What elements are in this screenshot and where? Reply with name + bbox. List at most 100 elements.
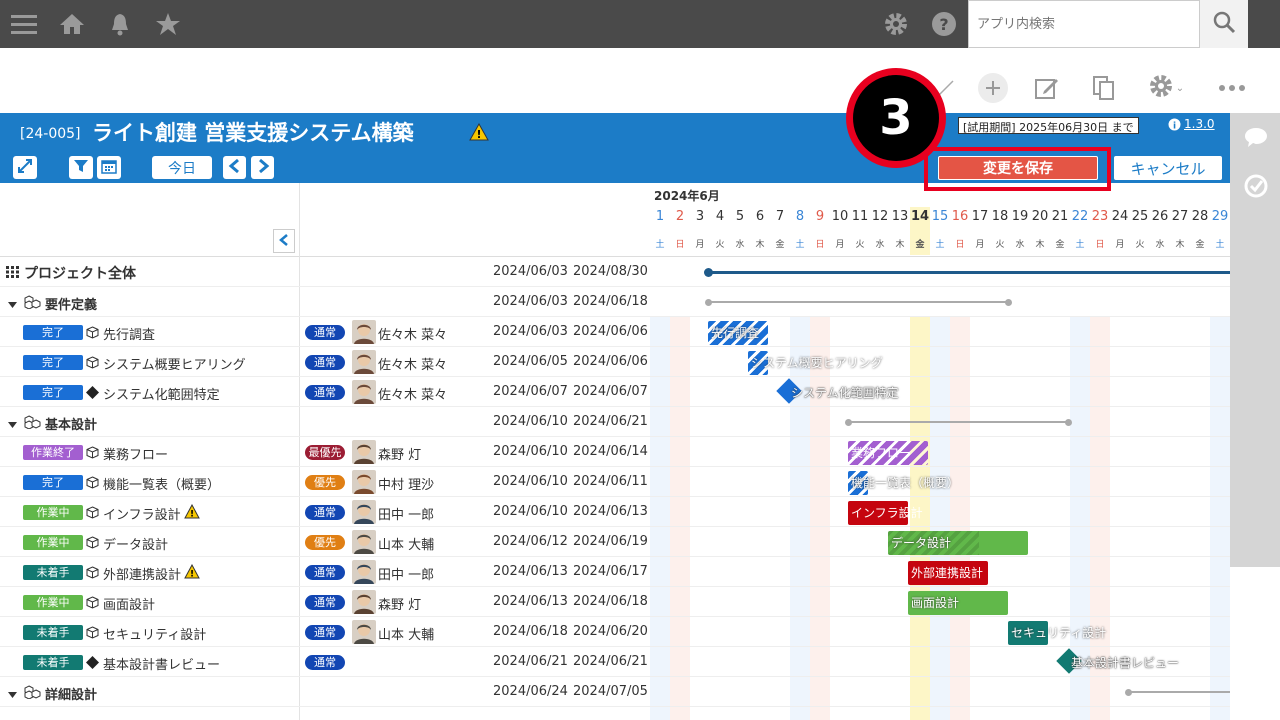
more-icon[interactable] [1216,72,1248,104]
search-button[interactable] [1200,0,1248,48]
avatar [352,350,376,374]
cancel-button[interactable]: キャンセル [1114,156,1222,180]
status-badge: 作業終了 [23,445,83,460]
comment-icon[interactable] [1242,124,1270,152]
task-bar[interactable]: システム概要ヒアリング [748,351,883,375]
weekday-label: 日 [955,240,965,250]
start-date: 2024/06/05 [493,354,568,369]
priority-badge: 通常 [305,595,345,610]
day-number: 8 [795,209,805,224]
duplicate-icon[interactable] [1088,72,1120,104]
task-bar[interactable]: 機能一覧表（概要） [848,471,959,495]
assignee-name: 山本 大輔 [378,538,435,553]
end-date: 2024/06/07 [573,384,648,399]
version-info[interactable]: i 1.3.0 [1168,117,1215,131]
weekday-label: 金 [775,240,785,250]
help-icon[interactable]: ? [929,9,959,39]
status-badge: 未着手 [23,565,83,580]
task-name[interactable]: 画面設計 [103,594,155,613]
task-bar[interactable]: セキュリティ設計 [1008,621,1106,645]
warning-icon: ! [469,122,489,145]
weekday-label: 日 [815,240,825,250]
start-date: 2024/06/03 [493,294,568,309]
task-cube-icon [86,536,99,553]
menu-icon[interactable] [9,9,39,39]
next-button[interactable] [251,156,274,179]
settings-dropdown[interactable]: ⌄ [1143,72,1189,104]
day-number: 5 [735,209,745,224]
task-name[interactable]: システム概要ヒアリング [103,354,246,373]
avatar [352,590,376,614]
collapse-pane-button[interactable] [273,229,295,253]
end-date: 2024/06/20 [573,624,648,639]
caret-down-icon[interactable] [8,418,17,433]
prev-button[interactable] [223,156,246,179]
calendar-button[interactable] [97,156,121,179]
assignee-name: 森野 灯 [378,598,422,613]
summary-start-dot [705,299,712,306]
weekday-label: 日 [1095,240,1105,250]
svg-text:!: ! [190,510,194,520]
task-name[interactable]: セキュリティ設計 [103,624,206,643]
day-number: 24 [1111,209,1129,224]
end-date: 2024/06/13 [573,504,648,519]
task-name[interactable]: 先行調査 [103,324,155,343]
task-bar[interactable]: データ設計 [888,531,1028,555]
add-button[interactable] [977,72,1009,104]
task-bar[interactable]: 先行調査 [708,321,768,345]
assignee-name: 森野 灯 [378,448,422,463]
chevron-down-icon: ⌄ [1175,82,1185,94]
caret-down-icon[interactable] [8,298,17,313]
day-number: 12 [871,209,889,224]
priority-badge: 最優先 [305,445,345,460]
weekday-label: 月 [695,240,705,250]
bell-icon[interactable] [105,9,135,39]
group-cubes-icon [24,295,41,313]
end-date: 2024/06/18 [573,294,648,309]
search-icon [1212,10,1236,38]
weekday-label: 火 [715,240,725,250]
gear-icon [1148,73,1174,103]
day-number: 7 [775,209,785,224]
activity-icon[interactable] [1242,172,1270,200]
gear-icon[interactable] [881,9,911,39]
day-number: 29 [1211,209,1229,224]
weekday-label: 月 [975,240,985,250]
day-number: 16 [951,209,969,224]
weekday-label: 土 [935,240,945,250]
group-name: 詳細設計 [45,688,98,703]
edit-icon[interactable] [1031,72,1063,104]
task-name[interactable]: 外部連携設計 [103,564,181,583]
caret-down-icon[interactable] [8,688,17,703]
star-icon[interactable] [153,9,183,39]
day-number: 18 [991,209,1009,224]
step-number: 3 [853,75,939,161]
filter-button[interactable] [69,156,93,179]
summary-start-dot [845,419,852,426]
expand-button[interactable] [13,156,37,179]
task-bar[interactable]: 画面設計 [908,591,1008,615]
app-search-input[interactable] [968,0,1200,48]
weekday-label: 土 [795,240,805,250]
task-bar[interactable]: インフラ設計 [848,501,923,525]
milestone-label: システム化範囲特定 [791,386,899,400]
task-name[interactable]: インフラ設計 [103,504,181,523]
weekday-label: 水 [1155,240,1165,250]
day-number: 15 [931,209,949,224]
today-button[interactable]: 今日 [152,156,212,179]
day-number: 14 [910,209,930,224]
task-bar[interactable]: 業務フロー [848,441,928,465]
end-date: 2024/06/14 [573,444,648,459]
day-number: 23 [1091,209,1109,224]
task-name[interactable]: 基本設計書レビュー [103,654,220,673]
task-name[interactable]: システム化範囲特定 [103,384,220,403]
version-number[interactable]: 1.3.0 [1184,117,1215,131]
end-date: 2024/08/30 [573,264,648,279]
weekday-label: 水 [735,240,745,250]
task-name[interactable]: 業務フロー [103,444,168,463]
task-bar[interactable]: 外部連携設計 [908,561,988,585]
avatar [352,500,376,524]
task-name[interactable]: データ設計 [103,534,168,553]
task-name[interactable]: 機能一覧表（概要） [103,474,220,493]
home-icon[interactable] [57,9,87,39]
